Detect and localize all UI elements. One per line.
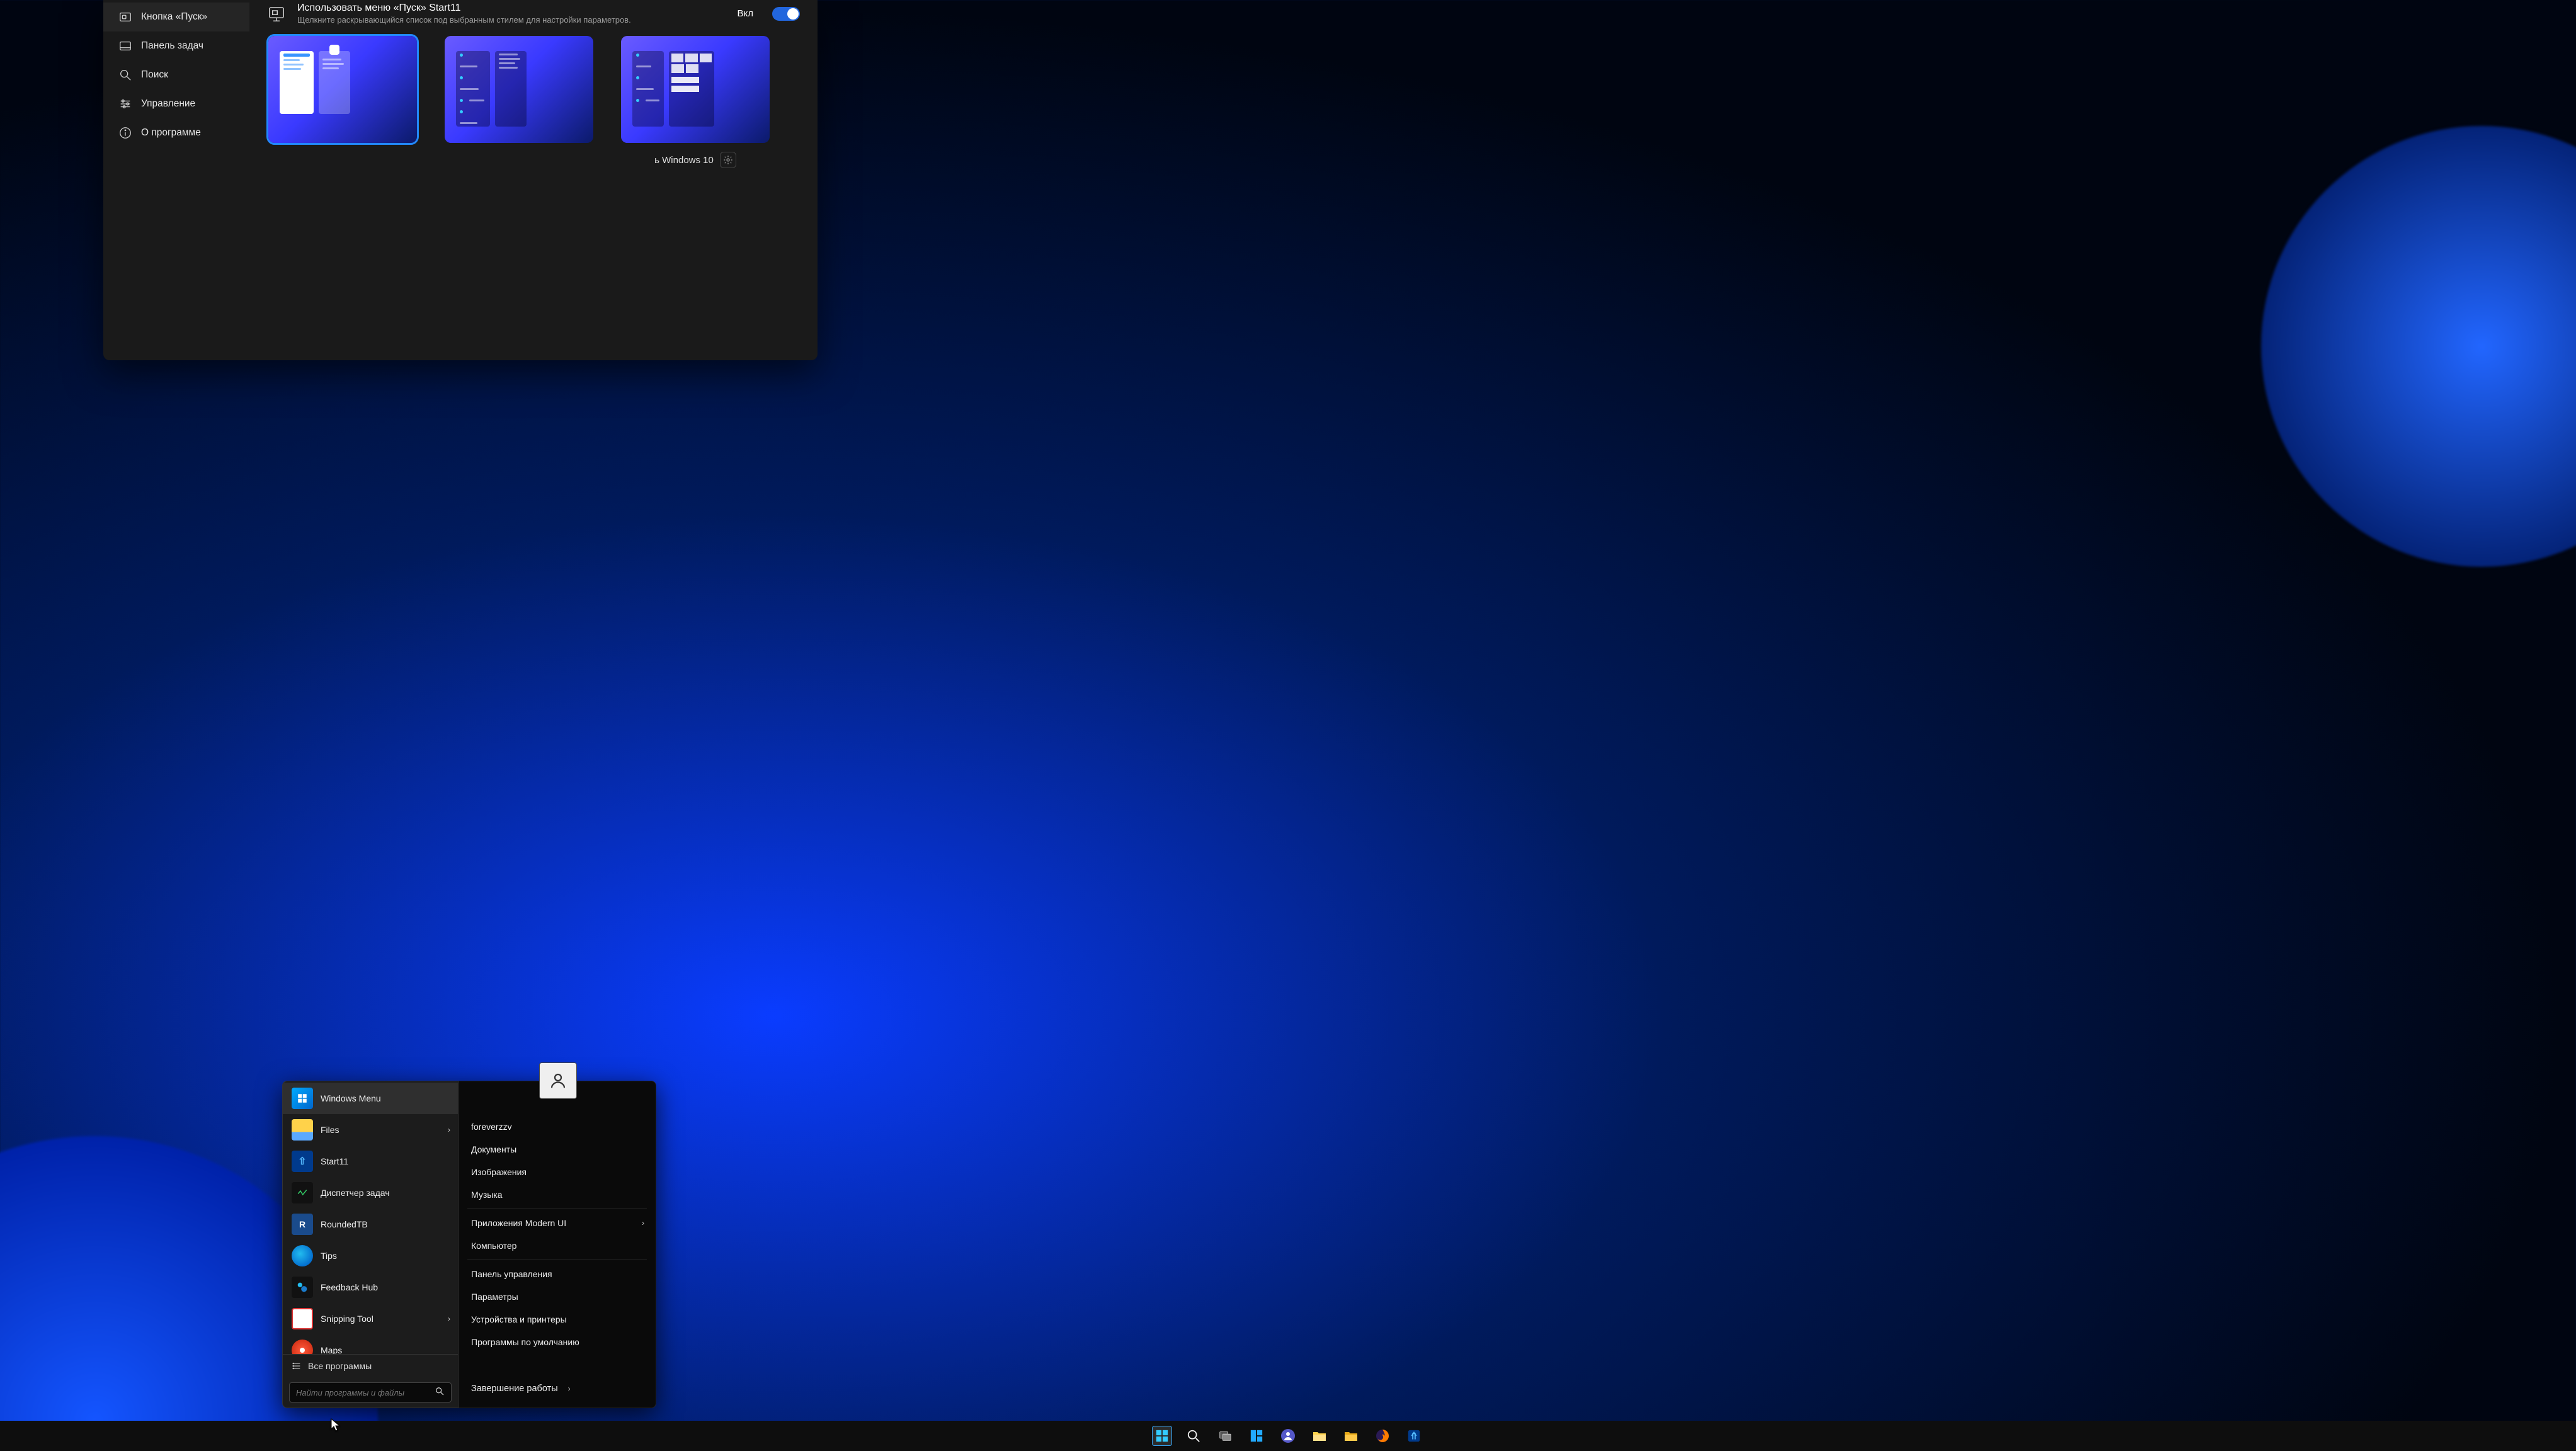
app-files[interactable]: Files › (283, 1114, 458, 1146)
pinned-apps-list: Windows Menu Files › ⇧ Start11 Диспетчер… (283, 1081, 458, 1354)
taskbar-search-button[interactable] (1183, 1426, 1204, 1446)
snipping-tool-icon (292, 1308, 313, 1329)
nav-control[interactable]: Управление (103, 89, 249, 118)
computer-link[interactable]: Компьютер (466, 1234, 648, 1257)
music-link[interactable]: Музыка (466, 1183, 648, 1206)
monitor-icon (267, 4, 286, 23)
nav-taskbar[interactable]: Панель задач (103, 31, 249, 60)
settings-sidebar: Кнопка «Пуск» Панель задач Поиск Управле… (103, 0, 249, 360)
nav-label: Кнопка «Пуск» (141, 11, 207, 23)
taskbar-start11-button[interactable] (1404, 1426, 1424, 1446)
user-avatar[interactable] (539, 1062, 577, 1099)
start-menu: Windows Menu Files › ⇧ Start11 Диспетчер… (282, 1081, 656, 1408)
pictures-link[interactable]: Изображения (466, 1161, 648, 1183)
wallpaper-shape (2261, 126, 2576, 567)
start-menu-right-column: foreverzzv Документы Изображения Музыка … (459, 1081, 656, 1408)
modern-ui-apps-link[interactable]: Приложения Modern UI › (466, 1212, 648, 1234)
nav-search[interactable]: Поиск (103, 60, 249, 89)
search-icon (435, 1386, 445, 1399)
task-manager-icon (292, 1182, 313, 1203)
start-button-icon (118, 10, 132, 24)
app-label: Start11 (321, 1156, 348, 1166)
taskbar-icon (118, 39, 132, 53)
taskbar-start-button[interactable] (1152, 1426, 1172, 1446)
app-start11[interactable]: ⇧ Start11 (283, 1146, 458, 1177)
app-label: Files (321, 1125, 339, 1135)
nav-start-button[interactable]: Кнопка «Пуск» (103, 3, 249, 31)
maps-icon (292, 1340, 313, 1354)
app-roundedtb[interactable]: R RoundedTB (283, 1209, 458, 1240)
app-label: RoundedTB (321, 1219, 368, 1229)
taskbar-widgets-button[interactable] (1246, 1426, 1267, 1446)
app-label: Tips (321, 1251, 337, 1261)
settings-link[interactable]: Параметры (466, 1285, 648, 1308)
taskbar-taskview-button[interactable] (1215, 1426, 1235, 1446)
use-start11-toggle[interactable] (772, 7, 800, 21)
app-label: Snipping Tool (321, 1314, 373, 1324)
documents-link[interactable]: Документы (466, 1138, 648, 1161)
taskbar-folder-button[interactable] (1341, 1426, 1361, 1446)
feedback-hub-icon (292, 1277, 313, 1298)
shutdown-label: Завершение работы (471, 1384, 558, 1394)
windows-menu-icon (292, 1088, 313, 1109)
sliders-icon (118, 97, 132, 111)
start11-settings-window: Кнопка «Пуск» Панель задач Поиск Управле… (103, 0, 818, 360)
default-programs-link[interactable]: Программы по умолчанию (466, 1331, 648, 1353)
roundedtb-icon: R (292, 1214, 313, 1235)
option-subtitle: Щелкните раскрывающийся список под выбра… (297, 15, 631, 25)
user-name-link[interactable]: foreverzzv (466, 1115, 648, 1138)
nav-label: Поиск (141, 69, 168, 81)
start-menu-left-column: Windows Menu Files › ⇧ Start11 Диспетчер… (282, 1081, 459, 1408)
style-thumb-win7 (268, 36, 417, 143)
nav-label: Управление (141, 98, 195, 110)
search-icon (118, 68, 132, 82)
style-tile-3[interactable]: ь Windows 10 (620, 36, 771, 168)
devices-printers-link[interactable]: Устройства и принтеры (466, 1308, 648, 1331)
chevron-right-icon: › (642, 1219, 644, 1227)
style-tiles-row: ь Windows 10 (267, 36, 800, 168)
use-start11-option-row: Использовать меню «Пуск» Start11 Щелкнит… (267, 3, 800, 25)
style-tile-1[interactable] (267, 36, 418, 168)
app-tips[interactable]: Tips (283, 1240, 458, 1272)
user-name: foreverzzv (471, 1122, 512, 1132)
app-label: Maps (321, 1345, 342, 1354)
app-label: Windows Menu (321, 1093, 381, 1103)
taskbar (0, 1421, 2576, 1451)
start-search-box[interactable] (289, 1382, 452, 1403)
app-snipping-tool[interactable]: Snipping Tool › (283, 1303, 458, 1334)
all-programs-label: Все программы (308, 1361, 372, 1371)
taskbar-firefox-button[interactable] (1372, 1426, 1393, 1446)
taskbar-explorer-button[interactable] (1309, 1426, 1330, 1446)
taskbar-teams-button[interactable] (1278, 1426, 1298, 1446)
style-settings-gear[interactable] (720, 152, 736, 168)
style-thumb-modern (445, 36, 593, 143)
search-input[interactable] (296, 1388, 435, 1397)
app-windows-menu[interactable]: Windows Menu (283, 1083, 458, 1114)
app-feedback-hub[interactable]: Feedback Hub (283, 1272, 458, 1303)
chevron-right-icon: › (568, 1384, 571, 1393)
toggle-label: Вкл (738, 8, 754, 19)
app-label: Диспетчер задач (321, 1188, 390, 1198)
control-panel-link[interactable]: Панель управления (466, 1263, 648, 1285)
settings-main-panel: Использовать меню «Пуск» Start11 Щелкнит… (249, 0, 818, 360)
folder-icon (292, 1119, 313, 1141)
all-programs-button[interactable]: Все программы (283, 1354, 458, 1377)
style-label-win10: ь Windows 10 (654, 155, 714, 166)
app-task-manager[interactable]: Диспетчер задач (283, 1177, 458, 1209)
style-thumb-win10 (621, 36, 770, 143)
start11-icon: ⇧ (292, 1151, 313, 1172)
shutdown-button[interactable]: Завершение работы › (466, 1377, 648, 1400)
app-maps[interactable]: Maps (283, 1334, 458, 1354)
style-tile-2[interactable] (443, 36, 595, 168)
chevron-right-icon: › (448, 1125, 450, 1134)
tips-icon (292, 1245, 313, 1266)
info-icon (118, 126, 132, 140)
nav-label: О программе (141, 127, 201, 139)
app-label: Feedback Hub (321, 1282, 378, 1292)
option-title: Использовать меню «Пуск» Start11 (297, 3, 631, 14)
nav-label: Панель задач (141, 40, 203, 52)
nav-about[interactable]: О программе (103, 118, 249, 147)
chevron-right-icon: › (448, 1314, 450, 1323)
